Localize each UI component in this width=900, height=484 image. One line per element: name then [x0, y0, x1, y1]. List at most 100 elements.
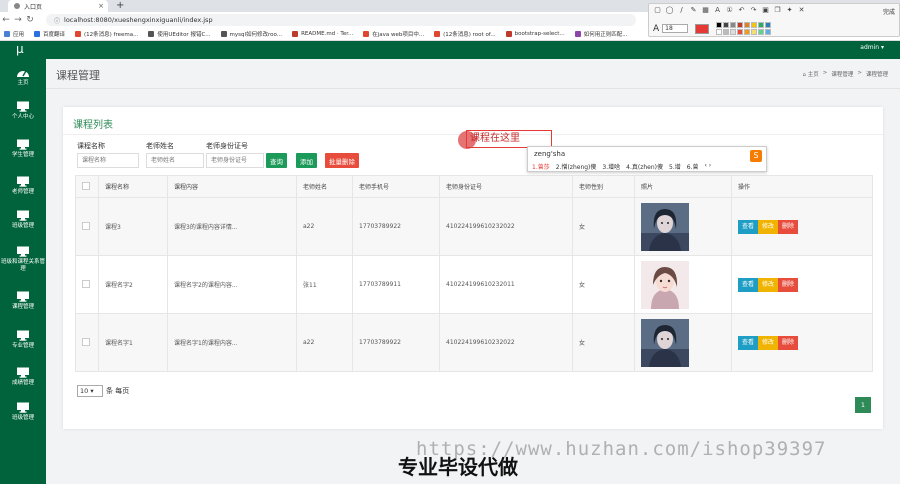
bookmark-item[interactable]: 使用UEditor 报错C... — [148, 30, 211, 38]
done-button[interactable]: 完成 — [883, 7, 895, 16]
bookmark-item[interactable]: (12条消息) root of... — [434, 30, 496, 38]
color-swatch[interactable] — [765, 29, 772, 35]
view-button[interactable]: 查看 — [738, 219, 759, 234]
ime-candidate[interactable]: 4.真(zhen)傻 — [626, 162, 663, 171]
copy-icon[interactable]: ❐ — [773, 6, 782, 14]
color-swatch[interactable] — [723, 29, 730, 35]
bookmark-item[interactable]: 如何用正则匹配... — [574, 30, 627, 38]
row-checkbox[interactable] — [82, 221, 90, 230]
row-checkbox[interactable] — [82, 279, 90, 288]
color-swatch[interactable] — [723, 22, 730, 28]
color-swatch[interactable] — [765, 22, 772, 28]
sidebar-item[interactable]: 课程管理 — [0, 291, 46, 311]
color-swatch[interactable] — [758, 22, 765, 28]
ellipse-tool-icon[interactable]: ◯ — [665, 6, 674, 14]
close-icon[interactable]: ✕ — [797, 6, 806, 14]
current-color-swatch[interactable] — [695, 23, 710, 34]
sidebar-item[interactable]: 班级管理 — [0, 210, 46, 230]
edit-button[interactable]: 修改 — [758, 219, 779, 234]
pen-tool-icon[interactable]: ✎ — [689, 6, 698, 14]
back-arrow-icon[interactable]: ← — [0, 15, 12, 25]
ime-candidate[interactable]: 6.曾 — [687, 162, 699, 171]
undo-icon[interactable]: ↶ — [737, 6, 746, 14]
page-button-1[interactable]: 1 — [855, 397, 871, 413]
color-swatch[interactable] — [744, 22, 751, 28]
color-swatch[interactable] — [744, 29, 751, 35]
color-swatch[interactable] — [737, 22, 744, 28]
monitor-icon — [16, 139, 30, 150]
sidebar-item[interactable]: 个人中心 — [0, 101, 46, 121]
teacher-name-input[interactable] — [146, 153, 204, 168]
teacher-gender-cell: 女 — [572, 255, 635, 314]
sidebar-item[interactable]: 成绩管理 — [0, 367, 46, 387]
teacher-name-label: 老师姓名 — [146, 142, 174, 150]
rectangle-tool-icon[interactable]: ▢ — [653, 6, 662, 14]
search-button[interactable]: 查询 — [266, 153, 287, 168]
sidebar-item[interactable]: 班级管理 — [0, 402, 46, 422]
save-icon[interactable]: ▣ — [761, 6, 770, 14]
course-name-input[interactable] — [77, 153, 139, 168]
number-tool-icon[interactable]: ① — [725, 6, 734, 14]
edit-button[interactable]: 修改 — [758, 335, 779, 350]
browser-tab[interactable]: 入口页 × — [8, 0, 108, 12]
course-name-cell: 课程名字2 — [98, 255, 168, 314]
dashboard-icon — [16, 67, 30, 78]
ime-candidate[interactable]: 1.曾莎 — [532, 162, 550, 171]
pin-icon[interactable]: ✦ — [785, 6, 794, 14]
admin-menu[interactable]: admin ▾ — [860, 44, 884, 51]
edit-button[interactable]: 修改 — [758, 277, 779, 292]
ime-candidate[interactable]: 3.增啥 — [602, 162, 620, 171]
forward-arrow-icon[interactable]: → — [12, 15, 24, 25]
mosaic-tool-icon[interactable]: ▦ — [701, 6, 710, 14]
ime-candidate[interactable]: ‹ › — [704, 162, 711, 171]
url-input[interactable]: ⓘ localhost:8080/xueshengxinxiguanli/ind… — [46, 14, 636, 26]
select-all-checkbox[interactable] — [82, 181, 90, 190]
font-size-select[interactable]: 18 — [662, 24, 689, 33]
bookmark-item[interactable]: (12条消息) freema... — [75, 30, 138, 38]
color-swatch[interactable] — [716, 22, 723, 28]
color-swatch[interactable] — [716, 29, 723, 35]
sidebar-item-label: 学生管理 — [11, 152, 34, 158]
color-swatch[interactable] — [737, 29, 744, 35]
color-swatch[interactable] — [758, 29, 765, 35]
line-tool-icon[interactable]: / — [677, 6, 686, 14]
sidebar-item[interactable]: 学生管理 — [0, 139, 46, 159]
delete-button[interactable]: 删除 — [778, 277, 799, 292]
teacher-photo — [641, 318, 689, 367]
bookmark-item[interactable]: 应用 — [4, 30, 24, 38]
page-size-select[interactable]: 10 ▾ — [77, 385, 103, 397]
breadcrumb-parent[interactable]: 课程管理 — [831, 70, 853, 78]
delete-button[interactable]: 删除 — [778, 335, 799, 350]
text-tool-icon[interactable]: A — [713, 6, 722, 14]
view-button[interactable]: 查看 — [738, 277, 759, 292]
color-swatch[interactable] — [751, 22, 758, 28]
sidebar-item[interactable]: 班级和课程关系管理 — [0, 246, 46, 273]
bookmark-item[interactable]: 在java web项目中... — [363, 30, 424, 38]
color-swatch[interactable] — [730, 22, 737, 28]
row-checkbox[interactable] — [82, 337, 90, 346]
reload-icon[interactable]: ↻ — [24, 15, 36, 25]
redo-icon[interactable]: ↷ — [749, 6, 758, 14]
breadcrumb-home[interactable]: ⌂ 主页 — [803, 70, 819, 78]
delete-button[interactable]: 删除 — [778, 219, 799, 234]
sidebar-item[interactable]: 老师管理 — [0, 176, 46, 196]
color-swatch[interactable] — [751, 29, 758, 35]
color-swatch[interactable] — [730, 29, 737, 35]
teacher-id-input[interactable] — [206, 153, 264, 168]
view-button[interactable]: 查看 — [738, 335, 759, 350]
info-icon[interactable]: ⓘ — [54, 16, 60, 25]
sidebar-item[interactable]: 主页 — [0, 67, 46, 87]
sidebar-item[interactable]: 专业管理 — [0, 330, 46, 350]
bookmark-item[interactable]: README.md · Ter... — [292, 31, 353, 37]
new-tab-button[interactable]: + — [116, 0, 124, 12]
url-text: localhost:8080/xueshengxinxiguanli/index… — [64, 16, 213, 24]
tab-close-icon[interactable]: × — [98, 2, 104, 10]
course-content-cell: 课程3的课程内容详情... — [167, 197, 297, 256]
add-button[interactable]: 添加 — [296, 153, 317, 168]
ime-candidate[interactable]: 2.憎(zheng)傻 — [556, 162, 597, 171]
bookmark-item[interactable]: 百度翻译 — [34, 30, 65, 38]
ime-candidate[interactable]: 5.增 — [669, 162, 681, 171]
batch-delete-button[interactable]: 批量删除 — [325, 153, 359, 168]
bookmark-item[interactable]: bootstrap-select... — [505, 31, 565, 37]
bookmark-item[interactable]: mysql如何修改roo... — [220, 30, 282, 38]
